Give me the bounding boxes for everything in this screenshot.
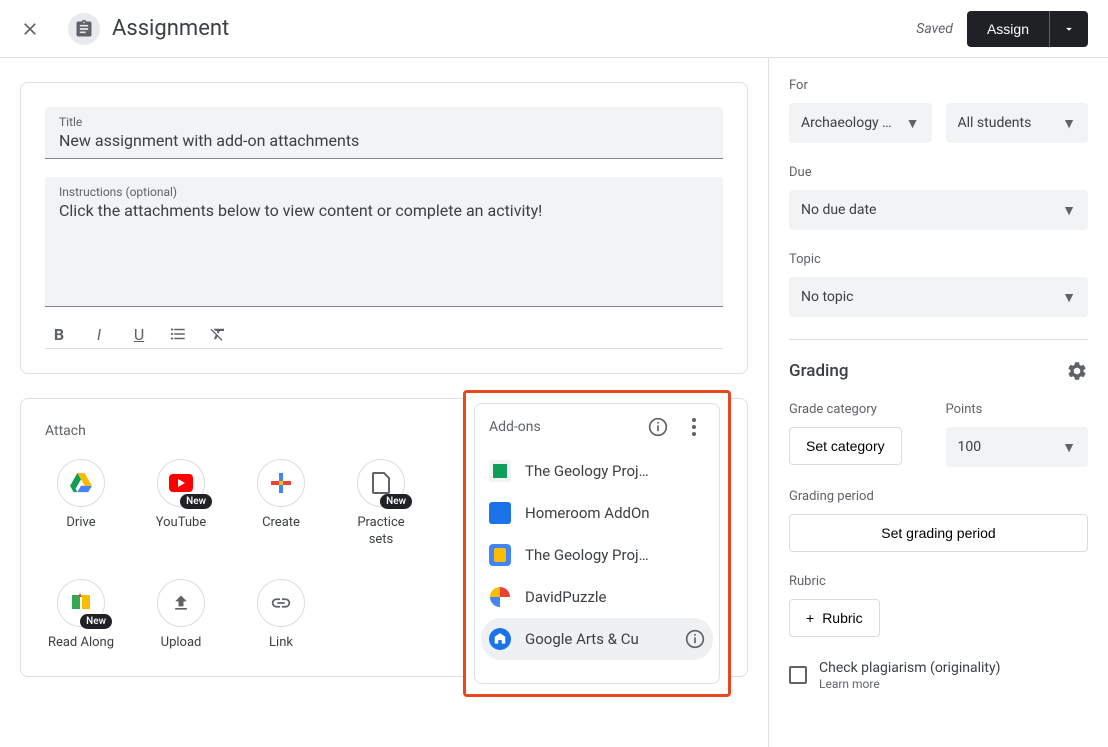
app-header: Assignment Saved Assign xyxy=(0,0,1108,58)
addon-item[interactable]: The Geology Proj… xyxy=(475,534,719,576)
underline-button[interactable]: U xyxy=(129,325,149,344)
attach-create[interactable]: Create xyxy=(245,459,317,549)
grading-period-label: Grading period xyxy=(789,489,1088,504)
title-value: New assignment with add-on attachments xyxy=(59,131,709,150)
addon-icon xyxy=(489,544,511,566)
addon-icon xyxy=(489,502,511,524)
page-title: Assignment xyxy=(112,16,229,41)
topic-select[interactable]: No topic ▼ xyxy=(789,277,1088,317)
link-icon xyxy=(257,579,305,627)
rubric-button[interactable]: + Rubric xyxy=(789,599,880,637)
grading-title: Grading xyxy=(789,361,1066,381)
plus-icon: + xyxy=(806,610,814,626)
chevron-down-icon: ▼ xyxy=(906,115,920,132)
title-field[interactable]: Title New assignment with add-on attachm… xyxy=(45,107,723,159)
youtube-icon: New xyxy=(157,459,205,507)
students-select[interactable]: All students ▼ xyxy=(946,103,1089,143)
list-button[interactable] xyxy=(169,325,189,344)
addon-icon xyxy=(489,628,511,650)
gear-icon[interactable] xyxy=(1066,360,1088,382)
points-select[interactable]: 100 ▼ xyxy=(946,427,1089,467)
bold-button[interactable]: B xyxy=(49,325,69,344)
chevron-down-icon: ▼ xyxy=(1062,202,1076,219)
format-toolbar: B I U xyxy=(45,315,723,349)
class-select[interactable]: Archaeology … ▼ xyxy=(789,103,932,143)
learn-more-link[interactable]: Learn more xyxy=(819,677,1000,691)
due-label: Due xyxy=(789,165,1088,180)
addon-item[interactable]: The Geology Proj… xyxy=(475,450,719,492)
drive-icon xyxy=(57,459,105,507)
instructions-value: Click the attachments below to view cont… xyxy=(59,201,709,220)
rubric-label: Rubric xyxy=(789,574,1088,589)
addon-icon xyxy=(489,460,511,482)
set-grading-period-button[interactable]: Set grading period xyxy=(789,514,1088,552)
attach-read-along[interactable]: New Read Along xyxy=(45,579,117,652)
attach-youtube[interactable]: New YouTube xyxy=(145,459,217,549)
read-along-icon: New xyxy=(57,579,105,627)
plagiarism-label: Check plagiarism (originality) xyxy=(819,659,1000,677)
upload-icon xyxy=(157,579,205,627)
attach-link[interactable]: Link xyxy=(245,579,317,652)
plagiarism-checkbox[interactable] xyxy=(789,666,807,684)
due-select[interactable]: No due date ▼ xyxy=(789,190,1088,230)
attach-upload[interactable]: Upload xyxy=(145,579,217,652)
topic-label: Topic xyxy=(789,252,1088,267)
set-category-button[interactable]: Set category xyxy=(789,427,902,465)
more-icon[interactable] xyxy=(683,416,705,438)
chevron-down-icon: ▼ xyxy=(1062,115,1076,132)
create-icon xyxy=(257,459,305,507)
assignment-icon xyxy=(68,13,100,45)
addon-item-hover[interactable]: Google Arts & Cu xyxy=(481,618,713,660)
sidebar: For Archaeology … ▼ All students ▼ Due N… xyxy=(768,58,1108,747)
chevron-down-icon: ▼ xyxy=(1062,439,1076,456)
practice-sets-icon: New xyxy=(357,459,405,507)
addon-item[interactable]: DavidPuzzle xyxy=(475,576,719,618)
points-label: Points xyxy=(946,402,1089,417)
instructions-label: Instructions (optional) xyxy=(59,185,709,199)
assign-button[interactable]: Assign xyxy=(967,11,1049,47)
italic-button[interactable]: I xyxy=(89,325,109,344)
clear-format-button[interactable] xyxy=(209,325,229,344)
attach-drive[interactable]: Drive xyxy=(45,459,117,549)
info-icon[interactable] xyxy=(685,629,705,649)
chevron-down-icon: ▼ xyxy=(1062,289,1076,306)
instructions-field[interactable]: Instructions (optional) Click the attach… xyxy=(45,177,723,307)
grade-category-label: Grade category xyxy=(789,402,932,417)
close-button[interactable] xyxy=(20,19,40,39)
assign-dropdown[interactable] xyxy=(1049,11,1088,47)
attach-practice-sets[interactable]: New Practice sets xyxy=(345,459,417,549)
addons-title: Add-ons xyxy=(489,419,633,435)
assignment-form-card: Title New assignment with add-on attachm… xyxy=(20,82,748,374)
addon-icon xyxy=(489,586,511,608)
addon-item[interactable]: Homeroom AddOn xyxy=(475,492,719,534)
info-icon[interactable] xyxy=(647,416,669,438)
title-label: Title xyxy=(59,115,709,129)
addons-panel: Add-ons The Geology Proj… Homeroom AddOn xyxy=(474,403,720,684)
addons-highlight: Add-ons The Geology Proj… Homeroom AddOn xyxy=(463,390,731,697)
saved-status: Saved xyxy=(916,21,953,37)
for-label: For xyxy=(789,78,1088,93)
